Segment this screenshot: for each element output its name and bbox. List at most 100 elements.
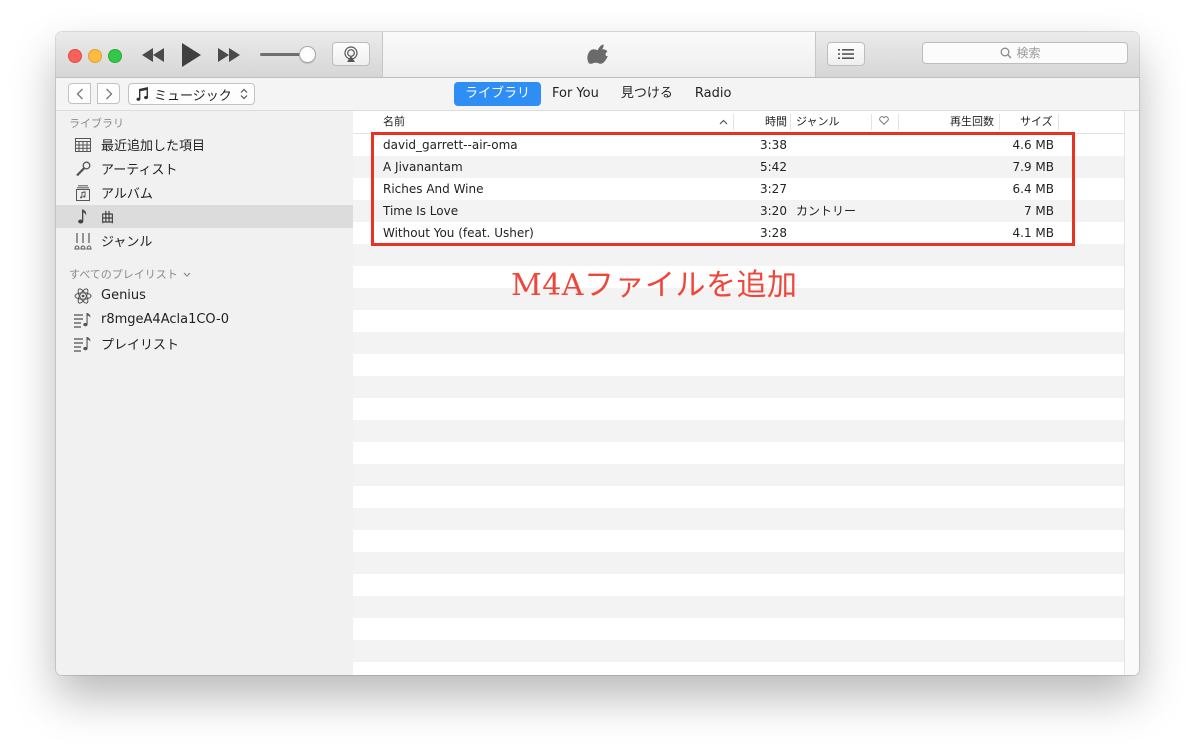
song-name: david_garrett--air-oma [383, 138, 518, 152]
sidebar-item-songs[interactable]: 曲 [56, 205, 353, 228]
player-toolbar [56, 32, 1139, 78]
table-row[interactable]: A Jivanantam 5:42 7.9 MB [353, 156, 1124, 178]
song-time: 3:27 [760, 182, 787, 196]
navigation-bar: ミュージック ライブラリ For You 見つける Radio [56, 78, 1139, 111]
row-stripe [353, 442, 1124, 464]
up-next-list-button[interactable] [827, 42, 865, 66]
tab-library[interactable]: ライブラリ [454, 82, 542, 106]
column-separator [733, 114, 734, 130]
column-separator [871, 114, 872, 130]
rewind-icon [142, 48, 164, 62]
airplay-button[interactable] [332, 42, 370, 66]
row-stripe [353, 508, 1124, 530]
column-header-genre[interactable]: ジャンル [796, 111, 839, 133]
song-time: 3:20 [760, 204, 787, 218]
table-row[interactable]: Time Is Love 3:20 カントリー 7 MB [353, 200, 1124, 222]
sidebar-item-genius[interactable]: Genius [56, 284, 353, 307]
chevron-up-icon [719, 119, 728, 125]
playlists-section-header[interactable]: すべてのプレイリスト [69, 266, 191, 282]
heart-icon [879, 116, 889, 125]
song-size: 4.1 MB [1012, 226, 1054, 240]
row-stripe [353, 420, 1124, 442]
sidebar-item-albums[interactable]: アルバム [56, 181, 353, 204]
chevron-right-icon [105, 88, 112, 99]
song-genre: カントリー [796, 204, 857, 218]
sidebar: ライブラリ 最近追加した項目 アーティスト アルバム 曲 ジャンル すべてのプレ… [56, 111, 354, 675]
media-type-select[interactable]: ミュージック [128, 83, 255, 105]
table-row[interactable]: Without You (feat. Usher) 3:28 4.1 MB [353, 222, 1124, 244]
minimize-window-button[interactable] [88, 49, 102, 63]
search-field[interactable] [922, 42, 1128, 64]
sidebar-item-label: r8mgeA4Acla1CO-0 [101, 312, 229, 327]
row-stripe [353, 552, 1124, 574]
sidebar-item-label: アーティスト [101, 163, 178, 178]
fast-forward-icon [218, 48, 240, 62]
song-time: 3:38 [760, 138, 787, 152]
view-tabs: ライブラリ For You 見つける Radio [454, 82, 742, 106]
row-stripe [353, 354, 1124, 376]
sidebar-item-artists[interactable]: アーティスト [56, 157, 353, 180]
list-icon [838, 49, 854, 59]
column-separator [898, 114, 899, 130]
song-name: Without You (feat. Usher) [383, 226, 534, 240]
tab-browse[interactable]: 見つける [610, 82, 684, 106]
song-name: Riches And Wine [383, 182, 484, 196]
volume-slider-knob[interactable] [299, 46, 316, 63]
sort-ascending-indicator[interactable] [719, 111, 728, 133]
sidebar-item-label: プレイリスト [101, 338, 180, 353]
zoom-window-button[interactable] [108, 49, 122, 63]
column-header-name[interactable]: 名前 [383, 111, 405, 133]
sidebar-item-genres[interactable]: ジャンル [56, 229, 353, 252]
row-stripe [353, 464, 1124, 486]
play-button[interactable] [178, 42, 204, 68]
row-stripe [353, 486, 1124, 508]
row-stripe [353, 530, 1124, 552]
tab-for-you[interactable]: For You [541, 82, 610, 106]
previous-track-button[interactable] [140, 46, 166, 64]
sidebar-item-label: 曲 [101, 211, 115, 226]
column-header-loved[interactable] [879, 111, 889, 133]
row-stripe [353, 376, 1124, 398]
playlist-icon [74, 311, 92, 329]
row-stripe [353, 596, 1124, 618]
next-track-button[interactable] [216, 46, 242, 64]
column-header-plays[interactable]: 再生回数 [950, 111, 994, 133]
tab-radio[interactable]: Radio [684, 82, 743, 106]
column-header-size[interactable]: サイズ [1020, 111, 1053, 133]
forward-button[interactable] [97, 83, 120, 104]
row-stripe [353, 618, 1124, 640]
sidebar-item-label: 最近追加した項目 [101, 139, 206, 154]
play-icon [182, 43, 201, 67]
back-button[interactable] [68, 83, 91, 104]
search-input[interactable] [1016, 46, 1051, 60]
column-separator [790, 114, 791, 130]
status-display [382, 32, 816, 77]
album-icon [74, 184, 92, 202]
guitar-icon [74, 232, 92, 250]
sidebar-item-playlist-r8mgeA4Acla1CO-0[interactable]: r8mgeA4Acla1CO-0 [56, 308, 353, 331]
up-down-chevron-icon [240, 88, 248, 100]
table-row[interactable]: david_garrett--air-oma 3:38 4.6 MB [353, 134, 1124, 156]
song-size: 4.6 MB [1012, 138, 1054, 152]
sidebar-item-label: アルバム [101, 187, 153, 202]
column-header-time[interactable]: 時間 [765, 111, 787, 133]
sidebar-item-label: Genius [101, 288, 146, 303]
table-row[interactable]: Riches And Wine 3:27 6.4 MB [353, 178, 1124, 200]
vertical-scrollbar[interactable] [1124, 111, 1139, 675]
music-note-icon [74, 208, 92, 226]
row-stripe [353, 574, 1124, 596]
row-stripe [353, 398, 1124, 420]
playlist-icon [74, 335, 92, 353]
close-window-button[interactable] [68, 49, 82, 63]
calendar-grid-icon [74, 136, 92, 154]
sidebar-item-playlist[interactable]: プレイリスト [56, 332, 353, 355]
row-stripe [353, 662, 1124, 675]
song-size: 7.9 MB [1012, 160, 1054, 174]
song-time: 3:28 [760, 226, 787, 240]
library-section-header: ライブラリ [69, 117, 124, 130]
sidebar-item-label: ジャンル [101, 235, 153, 250]
song-time: 5:42 [760, 160, 787, 174]
sidebar-item-recently-added[interactable]: 最近追加した項目 [56, 133, 353, 156]
row-stripe [353, 640, 1124, 662]
atom-icon [74, 287, 92, 305]
